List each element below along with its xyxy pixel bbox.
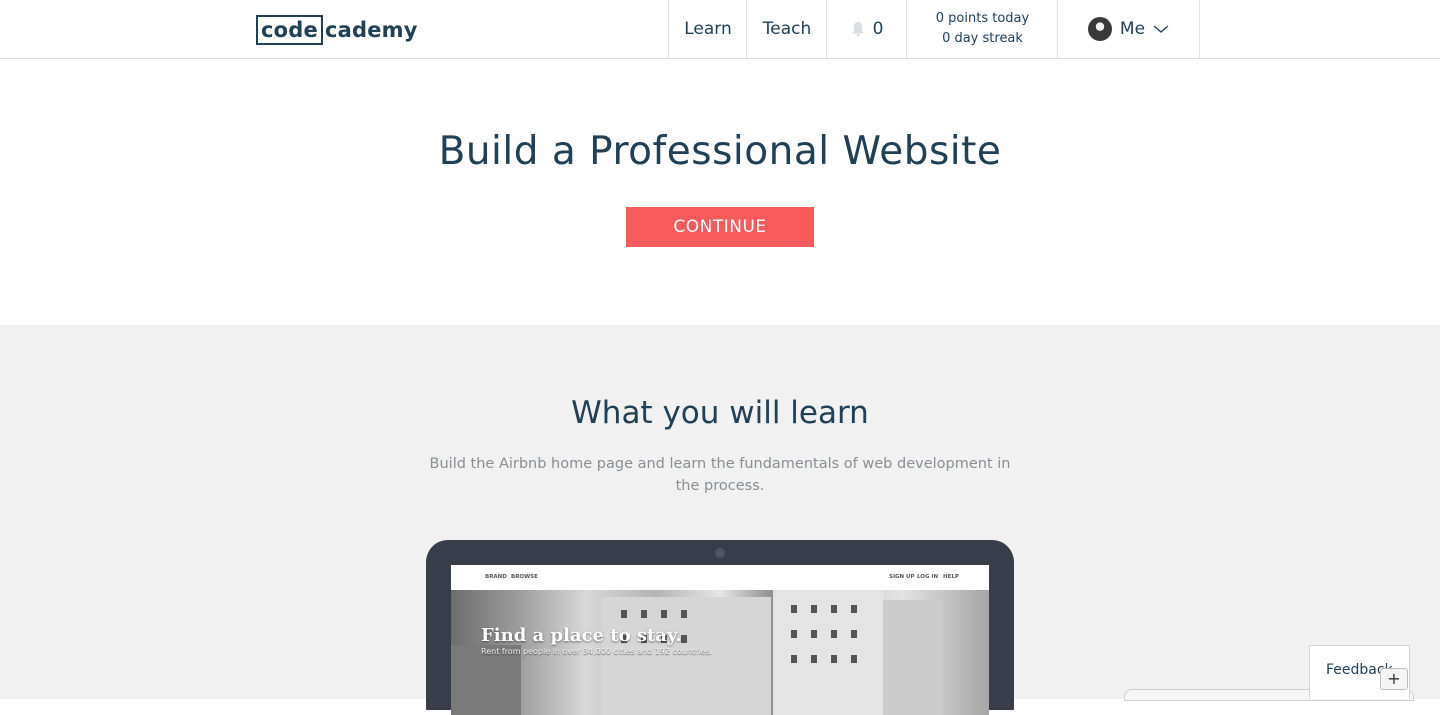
user-menu-button[interactable]: Me [1057, 0, 1200, 58]
nav-teach-label: Teach [762, 19, 812, 39]
continue-button[interactable]: CONTINUE [626, 207, 814, 247]
logo-cademy-text: cademy [324, 18, 418, 42]
top-navigation: code cademy Learn Teach 0 0 points today… [0, 0, 1440, 59]
preview-nav-browse: BROWSE [511, 574, 538, 580]
preview-subline: Rent from people in over 34,000 cities a… [481, 647, 713, 656]
preview-nav-signup: SIGN UP [889, 574, 915, 580]
preview-nav-login: LOG IN [917, 574, 939, 580]
page-title: Build a Professional Website [438, 129, 1002, 174]
nav-learn-link[interactable]: Learn [668, 0, 747, 58]
notifications-count: 0 [872, 19, 884, 39]
user-menu-label: Me [1119, 19, 1146, 39]
what-you-will-learn-section: What you will learn Build the Airbnb hom… [0, 325, 1440, 715]
points-summary[interactable]: 0 points today 0 day streak [906, 0, 1058, 58]
nav-teach-link[interactable]: Teach [746, 0, 827, 58]
preview-headline: Find a place to stay. [481, 625, 682, 646]
codecademy-logo[interactable]: code cademy [256, 15, 418, 45]
logo-code-box: code [256, 15, 323, 45]
section-heading: What you will learn [571, 395, 869, 431]
bell-icon [851, 22, 864, 37]
preview-nav-help: HELP [943, 574, 959, 580]
points-today: 0 points today [935, 11, 1030, 26]
day-streak: 0 day streak [942, 31, 1023, 46]
nav-learn-label: Learn [684, 19, 732, 39]
expand-plus-button[interactable]: + [1380, 668, 1408, 690]
chevron-down-icon [1153, 25, 1169, 33]
laptop-camera [715, 548, 725, 558]
preview-nav-brand: BRAND [485, 574, 507, 580]
avatar [1087, 17, 1112, 41]
airbnb-preview-screen: BRAND BROWSE SIGN UP LOG IN HELP Find a … [451, 565, 989, 715]
preview-navbar: BRAND BROWSE SIGN UP LOG IN HELP [451, 565, 989, 590]
notifications-button[interactable]: 0 [826, 0, 907, 58]
section-description: Build the Airbnb home page and learn the… [429, 456, 1011, 494]
hero-section: Build a Professional Website CONTINUE [0, 59, 1440, 325]
laptop-preview: BRAND BROWSE SIGN UP LOG IN HELP Find a … [426, 540, 1014, 715]
